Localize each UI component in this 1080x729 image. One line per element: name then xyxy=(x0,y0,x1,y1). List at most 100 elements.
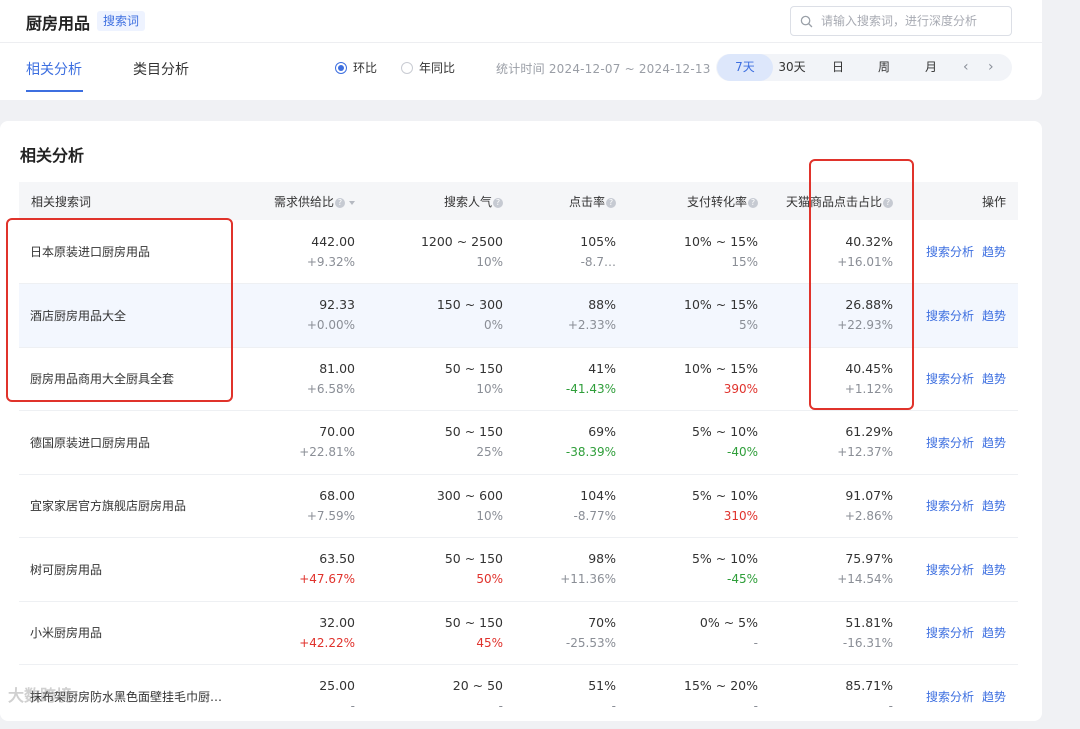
metric-change: 5% xyxy=(738,318,758,333)
table-row: 小米厨房用品 32.00 +42.22% 50 ~ 150 45% 70% -2… xyxy=(19,601,1018,665)
help-icon[interactable]: ? xyxy=(883,197,893,208)
cell-cvr: 0% ~ 5% - xyxy=(628,601,770,665)
search-input[interactable] xyxy=(819,13,1003,29)
metric-change: 310% xyxy=(723,508,758,523)
metric-value: 41% xyxy=(588,360,616,376)
help-icon[interactable]: ? xyxy=(606,197,616,208)
metric-value: 92.33 xyxy=(319,297,355,313)
trend-link[interactable]: 趋势 xyxy=(982,499,1006,513)
period-7d[interactable]: 7天 xyxy=(717,54,773,81)
page-title: 厨房用品 xyxy=(26,14,91,33)
metric-value: 40.32% xyxy=(845,233,893,249)
search-analysis-link[interactable]: 搜索分析 xyxy=(926,690,974,704)
metric-change: -8.77% xyxy=(573,508,616,523)
cell-tmall-click-share: 40.45% +1.12% xyxy=(770,347,905,411)
metric-change: 25% xyxy=(476,445,503,460)
next-arrow-icon[interactable]: › xyxy=(988,54,994,81)
help-icon[interactable]: ? xyxy=(493,197,503,208)
metric-value: 5% ~ 10% xyxy=(691,487,758,503)
metric-value: 40.45% xyxy=(845,360,893,376)
cell-actions: 搜索分析 趋势 xyxy=(905,284,1018,348)
search-box[interactable] xyxy=(790,6,1012,36)
trend-link[interactable]: 趋势 xyxy=(982,436,1006,450)
watermark: 大数跨境 xyxy=(8,686,73,705)
search-analysis-link[interactable]: 搜索分析 xyxy=(926,626,974,640)
metric-change: +42.22% xyxy=(299,635,355,650)
search-analysis-link[interactable]: 搜索分析 xyxy=(926,436,974,450)
cell-actions: 搜索分析 趋势 xyxy=(905,220,1018,284)
search-analysis-link[interactable]: 搜索分析 xyxy=(926,245,974,259)
related-keywords-table: 相关搜索词 需求供给比? 搜索人气? 点击率? 支付转化率? 天猫商品点击占比?… xyxy=(19,182,1018,729)
cell-actions: 搜索分析 趋势 xyxy=(905,474,1018,538)
cell-demand-supply: 81.00 +6.58% xyxy=(237,347,367,411)
col-keyword: 相关搜索词 xyxy=(31,194,92,209)
metric-change: +11.36% xyxy=(560,572,616,587)
cell-popularity: 50 ~ 150 50% xyxy=(367,538,515,602)
header-divider xyxy=(0,42,1042,43)
metric-change: - xyxy=(753,699,758,714)
metric-value: 63.50 xyxy=(319,551,355,567)
help-icon[interactable]: ? xyxy=(335,197,345,208)
metric-change: - xyxy=(350,699,355,714)
metric-value: 20 ~ 50 xyxy=(452,678,503,694)
period-week[interactable]: 周 xyxy=(868,54,900,81)
metric-change: +2.33% xyxy=(567,318,616,333)
trend-link[interactable]: 趋势 xyxy=(982,626,1006,640)
metric-change: -16.31% xyxy=(842,635,893,650)
cell-ctr: 105% -8.7… xyxy=(515,220,628,284)
metric-value: 105% xyxy=(580,233,616,249)
col-demand-supply[interactable]: 需求供给比? xyxy=(237,182,367,220)
cell-popularity: 300 ~ 600 10% xyxy=(367,474,515,538)
metric-change: - xyxy=(888,699,893,714)
metric-value: 50 ~ 150 xyxy=(444,551,503,567)
cell-actions: 搜索分析 趋势 xyxy=(905,347,1018,411)
metric-value: 61.29% xyxy=(845,424,893,440)
radio-mom[interactable]: 环比 xyxy=(335,59,377,76)
metric-value: 50 ~ 150 xyxy=(444,360,503,376)
cell-demand-supply: 25.00 - xyxy=(237,665,367,729)
metric-value: 75.97% xyxy=(845,551,893,567)
metric-value: 85.71% xyxy=(845,678,893,694)
trend-link[interactable]: 趋势 xyxy=(982,690,1006,704)
search-analysis-link[interactable]: 搜索分析 xyxy=(926,372,974,386)
metric-value: 51.81% xyxy=(845,614,893,630)
radio-yoy[interactable]: 年同比 xyxy=(401,59,455,76)
trend-link[interactable]: 趋势 xyxy=(982,372,1006,386)
trend-link[interactable]: 趋势 xyxy=(982,309,1006,323)
search-analysis-link[interactable]: 搜索分析 xyxy=(926,309,974,323)
cell-tmall-click-share: 51.81% -16.31% xyxy=(770,601,905,665)
trend-link[interactable]: 趋势 xyxy=(982,563,1006,577)
cell-keyword: 树可厨房用品 xyxy=(30,562,103,577)
metric-change: 10% xyxy=(476,381,503,396)
table-row: 日本原装进口厨房用品 442.00 +9.32% 1200 ~ 2500 10%… xyxy=(19,220,1018,284)
search-analysis-link[interactable]: 搜索分析 xyxy=(926,563,974,577)
col-popularity: 搜索人气? xyxy=(367,182,515,220)
cell-actions: 搜索分析 趋势 xyxy=(905,411,1018,475)
sort-icon[interactable] xyxy=(349,200,355,205)
search-analysis-link[interactable]: 搜索分析 xyxy=(926,499,974,513)
prev-arrow-icon[interactable]: ‹ xyxy=(963,54,969,81)
metric-change: -38.39% xyxy=(565,445,616,460)
cell-cvr: 15% ~ 20% - xyxy=(628,665,770,729)
cell-demand-supply: 92.33 +0.00% xyxy=(237,284,367,348)
period-month[interactable]: 月 xyxy=(915,54,947,81)
table-row: 酒店厨房用品大全 92.33 +0.00% 150 ~ 300 0% 88% +… xyxy=(19,283,1018,348)
cell-popularity: 50 ~ 150 25% xyxy=(367,411,515,475)
metric-change: -40% xyxy=(726,445,758,460)
tab-related-analysis[interactable]: 相关分析 xyxy=(26,59,82,79)
metric-value: 68.00 xyxy=(319,487,355,503)
help-icon[interactable]: ? xyxy=(748,197,758,208)
header-card: 厨房用品 搜索词 相关分析 类目分析 环比 年同比 统计时间 2024-12-0… xyxy=(0,0,1042,100)
col-cvr: 支付转化率? xyxy=(628,182,770,220)
metric-change: +47.67% xyxy=(299,572,355,587)
period-day[interactable]: 日 xyxy=(822,54,854,81)
tab-category-analysis[interactable]: 类目分析 xyxy=(133,59,189,79)
cell-keyword: 日本原装进口厨房用品 xyxy=(30,245,151,259)
trend-link[interactable]: 趋势 xyxy=(982,245,1006,259)
metric-change: 0% xyxy=(483,318,503,333)
col-tmall-click-share: 天猫商品点击占比? xyxy=(770,182,905,220)
stat-time: 统计时间 2024-12-07 ~ 2024-12-13 xyxy=(496,62,711,76)
cell-actions: 搜索分析 趋势 xyxy=(905,665,1018,729)
period-30d[interactable]: 30天 xyxy=(773,54,811,81)
metric-value: 88% xyxy=(588,297,616,313)
